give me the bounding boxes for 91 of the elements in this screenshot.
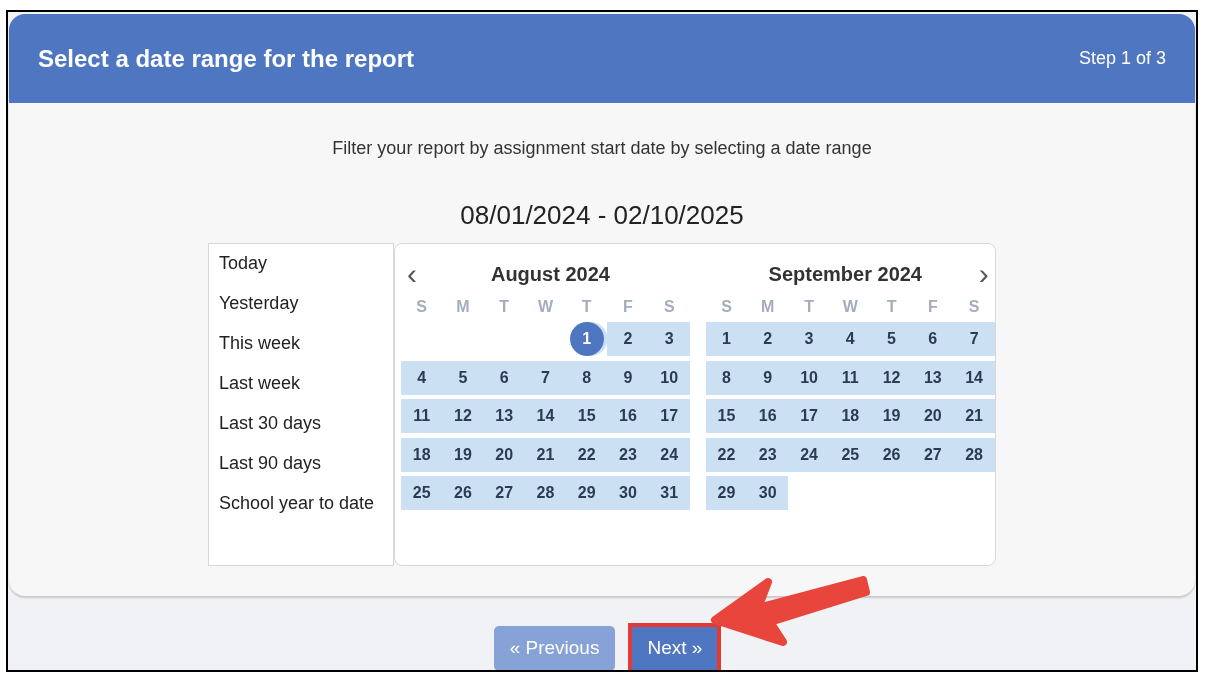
month-title: August 2024 [490, 262, 610, 287]
calendar-day[interactable]: 30 [607, 476, 649, 511]
calendar-day[interactable]: 9 [607, 360, 649, 395]
month-title: September 2024 [768, 262, 922, 287]
calendar-day[interactable]: 17 [648, 399, 690, 434]
calendar-day[interactable]: 8 [705, 360, 748, 395]
preset-option[interactable]: Last 90 days [219, 450, 322, 477]
weekday-label: S [720, 297, 733, 317]
calendar-day[interactable]: 6 [483, 360, 525, 395]
weekday-label: T [498, 297, 511, 317]
calendar-day[interactable]: 21 [524, 437, 567, 472]
preset-option[interactable]: Last 30 days [219, 410, 322, 437]
calendar-day[interactable]: 18 [829, 399, 871, 434]
calendar-day[interactable]: 23 [607, 437, 649, 472]
calendar-day[interactable]: 24 [648, 437, 690, 472]
calendar-day[interactable]: 23 [747, 437, 789, 472]
calendar-day[interactable]: 25 [829, 437, 871, 472]
calendar-day[interactable]: 5 [442, 360, 484, 395]
calendar-day[interactable]: 22 [705, 437, 748, 472]
weekday-label: S [967, 297, 981, 317]
calendar-day[interactable]: 28 [524, 476, 567, 511]
weekday-label: T [580, 297, 593, 317]
calendar-day[interactable]: 19 [442, 437, 484, 472]
weekday-label: W [841, 297, 859, 317]
calendar-day[interactable]: 27 [912, 437, 954, 472]
weekday-label: T [803, 297, 815, 317]
calendar-day[interactable]: 21 [953, 399, 995, 434]
preset-option[interactable]: Yesterday [219, 290, 299, 317]
calendar-day[interactable]: 2 [607, 322, 649, 356]
weekday-label: F [926, 297, 939, 317]
next-button[interactable]: Next » [631, 626, 719, 670]
weekday-label: F [622, 297, 634, 317]
step-indicator: Step 1 of 3 [1078, 47, 1166, 70]
preset-option[interactable]: Today [219, 250, 268, 277]
calendar-day[interactable]: 2 [747, 322, 789, 356]
weekday-label: S [415, 297, 428, 317]
calendar-day[interactable]: 17 [788, 399, 830, 434]
calendar-day[interactable]: 31 [648, 476, 690, 511]
calendar-day[interactable]: 3 [648, 322, 690, 356]
next-month-button[interactable]: › [972, 259, 995, 289]
dialog-title: Select a date range for the report [38, 43, 415, 74]
preset-option[interactable]: Last week [219, 370, 301, 397]
calendar-day[interactable]: 26 [870, 437, 913, 472]
calendar-day[interactable]: 25 [401, 476, 443, 511]
calendar-day[interactable]: 19 [870, 399, 913, 434]
calendar-day[interactable]: 8 [566, 360, 608, 395]
calendar-day[interactable]: 16 [747, 399, 789, 434]
calendar-day[interactable]: 14 [953, 360, 995, 395]
weekday-label: W [536, 297, 554, 317]
calendar-day[interactable]: 28 [953, 437, 995, 472]
weekday-label: T [885, 297, 898, 317]
calendar-day[interactable]: 10 [788, 360, 830, 395]
calendar-day[interactable]: 27 [483, 476, 525, 511]
calendar-day[interactable]: 7 [953, 322, 995, 356]
calendar-day[interactable]: 30 [747, 476, 789, 511]
calendar-day[interactable]: 13 [483, 399, 525, 434]
calendar-day[interactable]: 3 [788, 322, 830, 356]
calendar-day[interactable]: 9 [747, 360, 789, 395]
calendar-day[interactable]: 13 [912, 360, 954, 395]
calendar-day[interactable]: 29 [566, 476, 608, 511]
calendar-day[interactable]: 16 [607, 399, 649, 434]
calendar-day[interactable]: 5 [870, 322, 913, 356]
calendar-day[interactable]: 15 [566, 399, 608, 434]
date-range-text: 08/01/2024 - 02/10/2025 [460, 199, 744, 232]
calendar-day[interactable]: 18 [401, 437, 443, 472]
previous-month-button[interactable]: ‹ [401, 259, 423, 289]
calendar-day[interactable]: 7 [524, 360, 567, 395]
calendar-day[interactable]: 12 [442, 399, 484, 434]
weekday-label: M [760, 297, 776, 317]
calendar-day[interactable]: 11 [829, 360, 871, 395]
preset-option[interactable]: School year to date [219, 490, 375, 517]
calendar-day[interactable]: 6 [912, 322, 954, 356]
calendar-day[interactable]: 14 [524, 399, 567, 434]
calendar-day[interactable]: 10 [648, 360, 690, 395]
preset-option[interactable]: This week [219, 330, 301, 357]
calendar-day[interactable]: 15 [705, 399, 748, 434]
weekday-label: M [455, 297, 471, 317]
calendar-day[interactable]: 20 [483, 437, 525, 472]
calendar-day[interactable]: 1 [705, 322, 748, 356]
calendar-day[interactable]: 4 [829, 322, 871, 356]
weekday-label: S [662, 297, 676, 317]
instruction-text: Filter your report by assignment start date by selecting a date range [332, 137, 872, 160]
calendar-day[interactable]: 29 [705, 476, 748, 511]
calendar-day[interactable]: 26 [442, 476, 484, 511]
calendar-day[interactable]: 12 [870, 360, 913, 395]
calendar-day[interactable]: 4 [401, 360, 443, 395]
calendar-day[interactable]: 1 [569, 322, 604, 356]
calendar-day[interactable]: 22 [566, 437, 608, 472]
calendar-day[interactable]: 24 [788, 437, 830, 472]
calendar-day[interactable]: 11 [401, 399, 443, 434]
calendar-day[interactable]: 20 [912, 399, 954, 434]
